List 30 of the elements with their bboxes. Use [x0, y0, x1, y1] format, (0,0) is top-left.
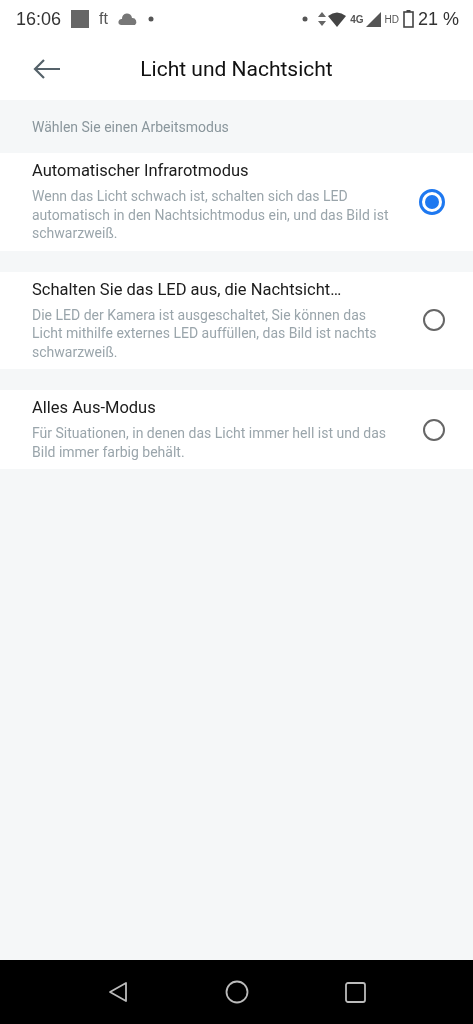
radio-button[interactable] — [423, 309, 445, 332]
mode-title: Schalten Sie das LED aus, die Nachtsicht… — [32, 279, 343, 299]
mode-description: Wenn das Licht schwach ist, schalten sich das LED automatisch in den Nachtsichtmodus ein, und das Bild ist schwarzweiß. — [32, 187, 390, 243]
mode-title: Alles Aus-Modus — [32, 398, 157, 417]
radio-button[interactable] — [419, 188, 445, 215]
battery-percentage: 21 % — [417, 8, 459, 30]
network-type-label: 4G — [350, 13, 364, 25]
mode-description: Für Situationen, in denen das Licht immer hell ist und das Bild immer farbig behält. — [32, 424, 388, 461]
mode-option[interactable]: Schalten Sie das LED aus, die Nachtsicht… Die LED der Kamera ist ausgeschaltet, Sie können das Licht mithilfe externes LED auffüllen, das Bild ist nachts schwarzweiß. — [0, 271, 473, 369]
mode-option[interactable]: Alles Aus-Modus Für Situationen, in denen das Licht immer hell ist und das Bild immer farbig behält. — [0, 390, 473, 469]
cloud-icon — [117, 13, 138, 25]
back-nav-icon[interactable] — [107, 981, 129, 1003]
status-time: 16:06 — [16, 8, 62, 30]
dot-icon — [147, 16, 154, 22]
notification-square-icon — [71, 10, 90, 28]
page-title: Licht und Nachtsicht — [140, 57, 333, 81]
wifi-icon — [328, 11, 347, 27]
mode-title: Automatischer Infrarotmodus — [32, 161, 250, 180]
recents-nav-icon[interactable] — [345, 981, 366, 1003]
radio-button[interactable] — [423, 418, 445, 441]
signal-icon — [365, 11, 381, 27]
data-arrows-icon — [318, 12, 327, 26]
hd-label: HD — [384, 13, 399, 25]
mode-description: Die LED der Kamera ist ausgeschaltet, Sie können das Licht mithilfe externes LED auffüllen, das Bild ist nachts schwarzweiß. — [32, 305, 378, 361]
battery-icon — [402, 10, 414, 28]
dot-icon — [302, 16, 309, 22]
notification-app-label: ft — [99, 10, 108, 28]
section-label: Wählen Sie einen Arbeitsmodus — [32, 118, 229, 135]
home-nav-icon[interactable] — [225, 980, 249, 1004]
mode-option[interactable]: Automatischer Infrarotmodus Wenn das Licht schwach ist, schalten sich das LED automatisch in den Nachtsichtmodus ein, und das Bild ist schwarzweiß. — [0, 153, 473, 251]
